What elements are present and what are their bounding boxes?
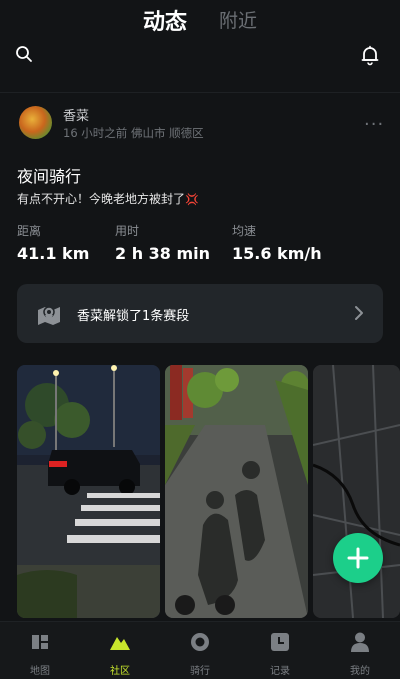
- username[interactable]: 香菜: [63, 105, 89, 124]
- nav-item-profile[interactable]: 我的: [335, 631, 385, 677]
- record-icon: [271, 633, 289, 651]
- stat-label: 距离: [17, 224, 42, 238]
- nav-item-ride[interactable]: 骑行: [175, 631, 225, 677]
- nav-label: 我的: [350, 666, 370, 677]
- divider: [0, 92, 400, 93]
- stat-label: 用时: [115, 224, 140, 238]
- nav-label: 记录: [270, 666, 290, 677]
- tab-feed[interactable]: 动态: [143, 4, 187, 36]
- search-icon[interactable]: [15, 45, 33, 63]
- segment-unlock-text: 香菜解锁了1条赛段: [77, 309, 190, 324]
- chevron-right-icon: [355, 306, 363, 320]
- stat-value: 2 h 38 min: [115, 244, 211, 263]
- nav-item-record[interactable]: 记录: [255, 631, 305, 677]
- stat-avg-speed: 均速 15.6 km/h: [232, 222, 322, 263]
- ride-icon: [191, 633, 209, 651]
- plus-icon: [347, 547, 369, 569]
- segment-unlock-card[interactable]: 香菜解锁了1条赛段: [17, 284, 383, 343]
- activity-title[interactable]: 夜间骑行: [17, 163, 81, 187]
- nav-item-map[interactable]: 地图: [15, 631, 65, 677]
- map-icon: [32, 635, 48, 649]
- description-text: 有点不开心！今晚老地方被封了: [17, 192, 186, 206]
- nav-label: 地图: [30, 666, 50, 677]
- add-button[interactable]: [333, 533, 383, 583]
- anger-emoji-icon: 💢: [185, 193, 199, 206]
- nav-label: 社区: [110, 666, 130, 677]
- stat-label: 均速: [232, 224, 257, 238]
- stat-value: 15.6 km/h: [232, 244, 322, 263]
- stat-duration: 用时 2 h 38 min: [115, 222, 210, 263]
- tab-nearby[interactable]: 附近: [219, 6, 257, 33]
- top-bar: 动态 附近: [0, 0, 400, 92]
- nav-label: 骑行: [190, 666, 210, 677]
- bottom-nav: 地图 社区 骑行 记录 我的: [0, 621, 400, 679]
- photo-night-crosswalk[interactable]: [17, 365, 160, 618]
- profile-icon: [351, 632, 369, 652]
- community-icon: [110, 637, 130, 650]
- stat-value: 41.1 km: [17, 244, 90, 263]
- activity-description: 有点不开心！今晚老地方被封了💢: [17, 190, 199, 207]
- avatar[interactable]: [19, 106, 52, 139]
- nav-item-community[interactable]: 社区: [95, 631, 145, 677]
- post-meta: 16 小时之前 佛山市 顺德区: [63, 126, 204, 140]
- more-options-icon[interactable]: ···: [364, 114, 384, 135]
- map-pin-icon: [38, 306, 60, 325]
- photo-shadow-path[interactable]: [165, 365, 308, 618]
- stat-distance: 距离 41.1 km: [17, 222, 89, 263]
- bell-icon[interactable]: [359, 44, 381, 66]
